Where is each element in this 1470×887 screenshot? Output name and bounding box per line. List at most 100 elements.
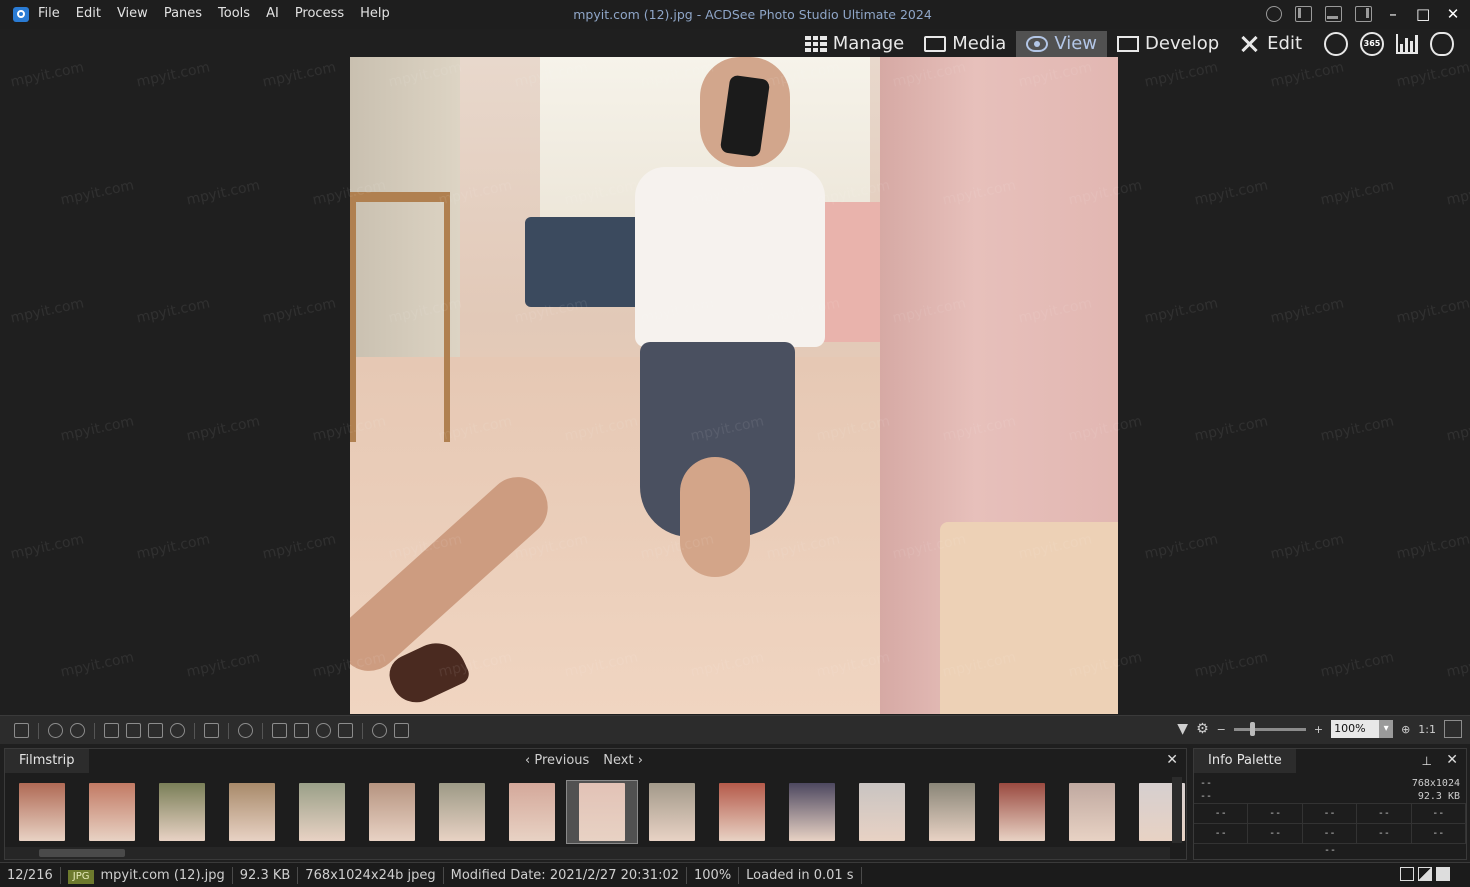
dashboard-icon[interactable] (1396, 33, 1418, 54)
image-viewer[interactable]: mpyit.com mpyit.com mpyit.com mpyit.com mpyi… (0, 57, 1470, 714)
histogram-icon[interactable] (272, 723, 287, 738)
zoom-out-icon[interactable]: − (1217, 723, 1226, 736)
filmstrip-thumbnail[interactable] (7, 781, 77, 843)
mode-bar: Manage Media View Develop Edit 365 (795, 30, 1454, 57)
thumbnail-image (789, 783, 835, 841)
full-screen-icon[interactable] (204, 723, 219, 738)
filmstrip-thumbnail[interactable] (777, 781, 847, 843)
watermark-text: mpyit.com (185, 413, 262, 445)
close-window-button[interactable]: ✕ (1446, 5, 1460, 23)
filmstrip-thumbnail[interactable] (427, 781, 497, 843)
checked-box-icon[interactable] (1436, 867, 1450, 881)
watermark-text: mpyit.com (9, 531, 86, 563)
filmstrip-thumbnail[interactable] (917, 781, 987, 843)
horizontal-scrollbar[interactable] (5, 847, 1170, 859)
previous-button[interactable]: ‹ Previous (525, 753, 589, 768)
mode-edit[interactable]: Edit (1229, 31, 1312, 57)
filmstrip-thumbnail[interactable] (217, 781, 287, 843)
rotate-left-icon[interactable] (48, 723, 63, 738)
slideshow-icon[interactable] (372, 723, 387, 738)
left-pane-toggle-icon[interactable] (1295, 6, 1312, 22)
mode-edit-label: Edit (1267, 33, 1302, 54)
watermark-text: mpyit.com (1445, 177, 1470, 209)
filmstrip-thumbnail[interactable] (1127, 781, 1197, 843)
pin-icon[interactable]: ⊥ (1422, 754, 1432, 768)
filmstrip-thumbnail[interactable] (987, 781, 1057, 843)
zoom-select[interactable]: 100% (1331, 720, 1394, 738)
filmstrip-thumbnail[interactable] (357, 781, 427, 843)
filmstrip-thumbnail[interactable] (497, 781, 567, 843)
thumbnail-image (579, 783, 625, 841)
info-cell: -- (1412, 824, 1466, 844)
zoom-level: 100% (687, 866, 740, 884)
rotate-right-icon[interactable] (70, 723, 85, 738)
thumbnail-image (439, 783, 485, 841)
mode-develop[interactable]: Develop (1107, 31, 1229, 57)
people-icon[interactable] (1324, 31, 1348, 56)
watermark-text: mpyit.com (1395, 59, 1470, 91)
mode-view[interactable]: View (1016, 30, 1108, 57)
watermark-text: mpyit.com (261, 295, 338, 327)
actual-size-button[interactable]: 1:1 (1418, 723, 1436, 736)
modified-date: Modified Date: 2021/2/27 20:31:02 (444, 866, 687, 884)
thumbnail-image (649, 783, 695, 841)
zoom-slider[interactable] (1233, 721, 1306, 736)
photo (350, 57, 1118, 714)
mode-media-label: Media (952, 33, 1007, 54)
info-cell: -- (1303, 804, 1358, 824)
info-cell: -- (1248, 824, 1303, 844)
filmstrip-thumbnail[interactable] (847, 781, 917, 843)
filmstrip-thumbnail[interactable] (287, 781, 357, 843)
acdsee-365-icon[interactable]: 365 (1360, 31, 1384, 56)
privacy-eye-icon[interactable] (1430, 31, 1454, 56)
watermark-text: mpyit.com (9, 295, 86, 327)
thumbnail-strip (7, 780, 1197, 844)
settings-gear-icon[interactable] (238, 723, 253, 738)
info-palette-tab[interactable]: Info Palette (1194, 749, 1296, 773)
account-icon[interactable] (1266, 6, 1282, 22)
thumbnail-image (159, 783, 205, 841)
filmstrip-thumbnail[interactable] (77, 781, 147, 843)
window-controls: – □ ✕ (1386, 5, 1460, 23)
previous-label: Previous (534, 753, 590, 768)
filmstrip-thumbnail[interactable] (147, 781, 217, 843)
filmstrip-close-button[interactable]: ✕ (1166, 752, 1178, 768)
mode-manage[interactable]: Manage (795, 31, 915, 57)
zoom-tool-icon[interactable] (170, 723, 185, 738)
external-editor-icon[interactable] (394, 723, 409, 738)
zoom-fit-icon[interactable]: ⊕ (1401, 723, 1410, 736)
filmstrip-thumbnail[interactable] (1057, 781, 1127, 843)
select-icon[interactable] (104, 723, 119, 738)
grid-icon (804, 35, 827, 52)
expand-icon[interactable] (1444, 720, 1462, 738)
save-icon[interactable] (14, 723, 29, 738)
unchecked-box-icon[interactable] (1400, 867, 1414, 881)
watermark-text: mpyit.com (1395, 531, 1470, 563)
file-size: 92.3 KB (233, 866, 299, 884)
info-cell: -- (1412, 804, 1466, 824)
pan-hand-icon[interactable] (126, 723, 141, 738)
zoom-in-icon[interactable]: + (1314, 723, 1323, 736)
watermark-text: mpyit.com (1193, 413, 1270, 445)
filmstrip-thumbnail[interactable] (566, 780, 638, 844)
minimize-button[interactable]: – (1386, 5, 1400, 23)
adjust-sliders-icon[interactable] (294, 723, 309, 738)
mode-media[interactable]: Media (914, 31, 1016, 57)
marquee-icon[interactable] (148, 723, 163, 738)
next-button[interactable]: Next › (603, 753, 643, 768)
filmstrip-tab[interactable]: Filmstrip (5, 749, 89, 773)
bottom-pane-toggle-icon[interactable] (1325, 6, 1342, 22)
maximize-button[interactable]: □ (1416, 5, 1430, 23)
right-pane-toggle-icon[interactable] (1355, 6, 1372, 22)
half-box-icon[interactable] (1418, 867, 1432, 881)
info-close-button[interactable]: ✕ (1446, 752, 1458, 768)
dropdown-arrow-icon[interactable]: ▼ (1177, 721, 1188, 737)
settings-icon[interactable]: ⚙ (1196, 721, 1209, 737)
thumbnail-image (229, 783, 275, 841)
clock-icon[interactable] (316, 723, 331, 738)
face-detect-icon[interactable] (338, 723, 353, 738)
status-bar: 12/216 JPG mpyit.com (12).jpg 92.3 KB 768… (0, 862, 1470, 887)
filmstrip-thumbnail[interactable] (707, 781, 777, 843)
filmstrip-thumbnail[interactable] (637, 781, 707, 843)
vertical-scrollbar[interactable] (1172, 777, 1182, 843)
